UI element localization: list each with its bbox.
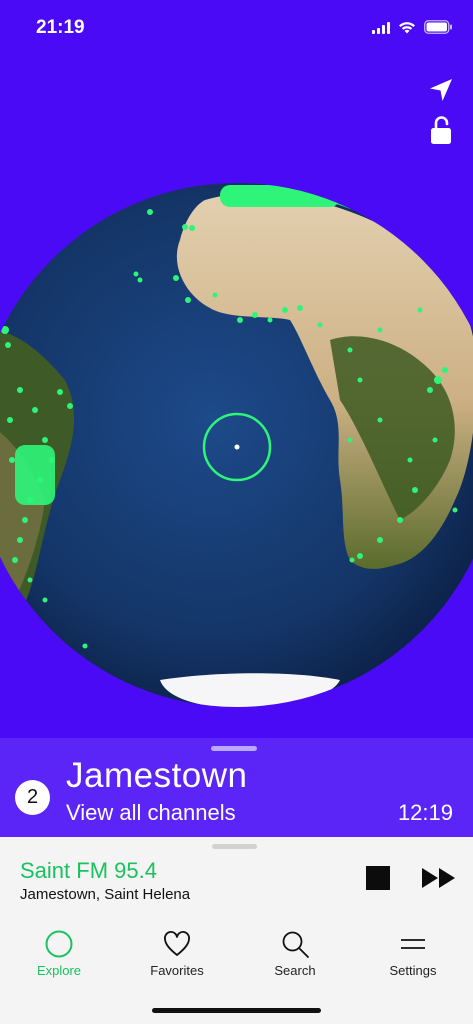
status-bar: 21:19 xyxy=(0,0,473,56)
search-icon xyxy=(282,931,309,958)
rotation-lock-button[interactable] xyxy=(425,114,457,146)
globe-map[interactable] xyxy=(0,180,473,720)
player-drag-handle[interactable] xyxy=(212,844,257,849)
menu-icon xyxy=(401,939,425,949)
now-playing-bar[interactable]: Saint FM 95.4 Jamestown, Saint Helena xyxy=(0,837,473,925)
local-time: 12:19 xyxy=(397,800,453,825)
channel-count-badge: 2 xyxy=(15,780,50,815)
station-name: Saint FM 95.4 xyxy=(20,858,157,883)
heart-icon xyxy=(164,931,190,956)
view-all-channels-link[interactable]: View all channels xyxy=(66,800,236,826)
unlock-icon xyxy=(431,116,451,144)
status-time: 21:19 xyxy=(36,17,85,38)
location-arrow-icon xyxy=(430,79,452,101)
tab-favorites-label: Favorites xyxy=(150,963,204,978)
tab-explore-label: Explore xyxy=(36,963,82,978)
tab-favorites[interactable]: Favorites xyxy=(118,925,236,989)
home-indicator xyxy=(152,1008,321,1013)
panel-drag-handle[interactable] xyxy=(211,746,257,751)
city-name: Jamestown xyxy=(66,756,248,795)
status-icons xyxy=(372,20,453,34)
tab-search-label: Search xyxy=(274,963,316,978)
stop-button[interactable] xyxy=(366,866,390,890)
tab-settings[interactable]: Settings xyxy=(354,925,472,989)
tab-explore[interactable]: Explore xyxy=(0,925,118,989)
battery-icon xyxy=(424,20,452,34)
station-location: Jamestown, Saint Helena xyxy=(20,886,191,903)
locate-me-button[interactable] xyxy=(425,74,457,106)
wifi-icon xyxy=(399,21,415,33)
cellular-signal-icon xyxy=(372,21,390,34)
fast-forward-button[interactable] xyxy=(421,867,457,889)
antarctica-landmass xyxy=(160,673,340,707)
circle-icon xyxy=(45,930,73,958)
tab-settings-label: Settings xyxy=(389,963,437,978)
tab-search[interactable]: Search xyxy=(236,925,354,989)
